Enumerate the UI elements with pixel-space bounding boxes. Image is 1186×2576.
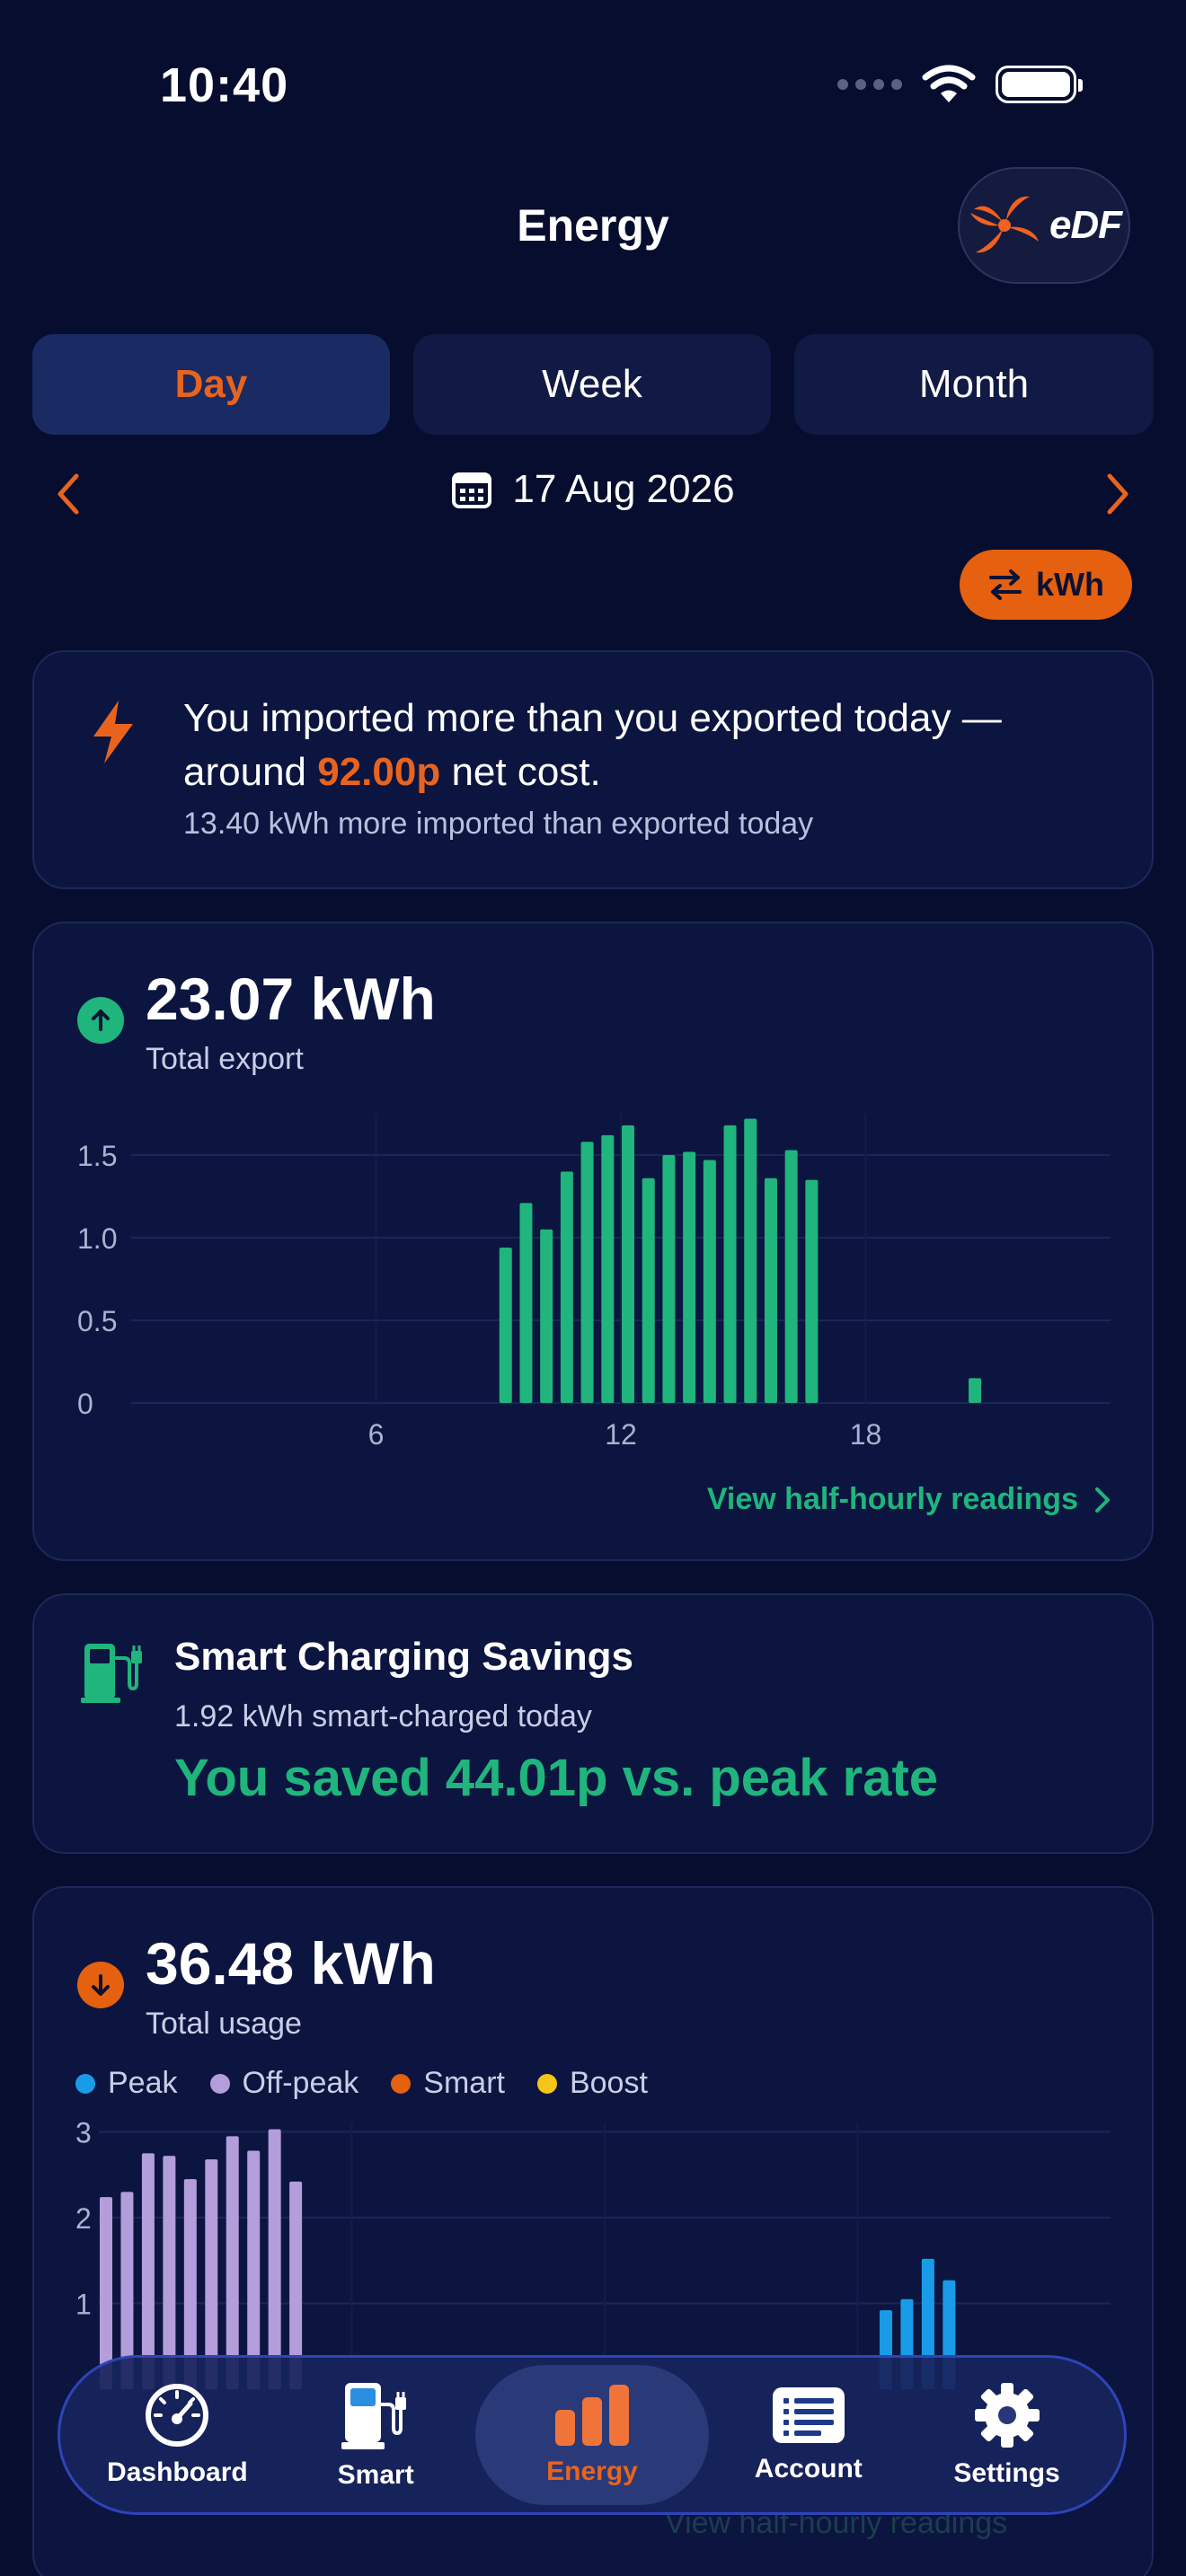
speedometer-icon — [146, 2384, 209, 2447]
chart-bar — [805, 1179, 819, 1403]
arrow-up-icon — [77, 997, 124, 1044]
bar-chart-icon — [554, 2385, 629, 2446]
battery-icon — [996, 66, 1083, 103]
net-summary-text: You imported more than you exported toda… — [183, 692, 1118, 799]
bottom-tab-bar: Dashboard Smart Energy Account Settings — [58, 2355, 1127, 2515]
chart-bar — [141, 2153, 155, 2389]
signal-dots-icon — [837, 79, 902, 90]
usage-label: Total usage — [146, 2007, 302, 2041]
chart-bar — [499, 1248, 512, 1403]
unit-toggle-button[interactable]: kWh — [960, 550, 1132, 620]
tab-account[interactable]: Account — [710, 2365, 907, 2505]
smart-savings-headline: You saved 44.01p vs. peak rate — [174, 1749, 939, 1807]
export-readings-link[interactable]: View half-hourly readings — [707, 1482, 1111, 1517]
export-label: Total export — [146, 1042, 304, 1076]
legend-label: Smart — [423, 2066, 505, 2100]
tab-dashboard[interactable]: Dashboard — [78, 2365, 276, 2505]
chart-bar — [560, 1171, 573, 1403]
status-time: 10:40 — [160, 58, 289, 112]
y-tick-label: 2 — [75, 2202, 92, 2235]
chart-bar — [723, 1125, 737, 1403]
tab-settings[interactable]: Settings — [908, 2365, 1106, 2505]
chevron-right-icon — [1095, 1486, 1110, 1513]
x-tick-label: 18 — [850, 1418, 882, 1451]
wifi-icon — [922, 65, 976, 102]
net-summary-detail: 13.40 kWh more imported than exported to… — [183, 807, 814, 841]
tab-label: Account — [754, 2454, 863, 2483]
chevron-right-icon — [1107, 473, 1128, 515]
net-summary-suffix: net cost. — [440, 750, 601, 794]
ev-charger-icon — [341, 2383, 407, 2449]
edf-sun-icon — [969, 196, 1039, 253]
date-picker[interactable]: 17 Aug 2026 — [0, 467, 1186, 512]
legend-label: Boost — [569, 2066, 648, 2100]
tab-week[interactable]: Week — [413, 334, 771, 435]
y-tick-label: 1.0 — [77, 1222, 117, 1255]
swap-arrows-icon — [989, 569, 1022, 600]
chart-bar — [622, 1125, 634, 1403]
export-total: 23.07 kWh — [146, 966, 436, 1032]
legend-label: Peak — [108, 2066, 178, 2100]
chart-bar — [969, 1378, 982, 1403]
net-cost-amount: 92.00p — [317, 750, 441, 794]
chart-bar — [744, 1118, 757, 1403]
ev-charger-icon — [81, 1644, 142, 1703]
chart-bar — [662, 1155, 676, 1403]
gear-icon — [974, 2383, 1040, 2448]
next-day-button[interactable] — [1091, 467, 1145, 521]
chart-bar — [764, 1178, 777, 1403]
logo-text: eDF — [1049, 203, 1122, 247]
date-label: 17 Aug 2026 — [512, 467, 735, 511]
usage-bar-chart: 1 2 3 — [75, 2117, 1111, 2389]
chart-bar — [784, 1150, 798, 1403]
export-readings-link-label: View half-hourly readings — [706, 1482, 1078, 1516]
usage-legend: Peak Off-peak Smart Boost — [75, 2066, 648, 2101]
tab-label: Energy — [546, 2457, 638, 2486]
chart-bar — [519, 1203, 533, 1403]
chart-bar — [601, 1134, 615, 1403]
legend-item-peak: Peak — [75, 2066, 178, 2101]
unit-label: kWh — [1036, 566, 1104, 603]
legend-item-off-peak: Off-peak — [209, 2066, 359, 2101]
tab-label: Dashboard — [107, 2457, 248, 2487]
chart-bar — [540, 1229, 553, 1403]
usage-total: 36.48 kWh — [146, 1930, 436, 1997]
y-tick-label: 3 — [75, 2117, 92, 2149]
calendar-icon — [452, 472, 492, 508]
arrow-down-icon — [77, 1962, 124, 2008]
edf-logo[interactable]: eDF — [958, 167, 1130, 284]
smart-savings-title: Smart Charging Savings — [174, 1635, 634, 1679]
chart-bar — [642, 1178, 655, 1403]
legend-item-boost: Boost — [536, 2066, 648, 2101]
chart-bar — [683, 1151, 696, 1403]
document-list-icon — [772, 2387, 845, 2443]
tab-energy[interactable]: Energy — [474, 2365, 709, 2505]
legend-item-smart: Smart — [391, 2066, 505, 2101]
lightning-icon — [93, 701, 133, 763]
export-bar-chart: 0 0.5 1.0 1.5 6 12 18 — [77, 1114, 1111, 1451]
chart-bar — [226, 2136, 239, 2389]
tab-day[interactable]: Day — [32, 334, 390, 435]
status-icons — [837, 65, 1083, 104]
tab-label: Settings — [953, 2458, 1060, 2488]
y-tick-label: 0.5 — [77, 1305, 117, 1337]
y-tick-label: 1 — [75, 2289, 92, 2321]
legend-label: Off-peak — [242, 2066, 359, 2100]
chart-bar — [580, 1142, 594, 1403]
y-tick-label: 1.5 — [77, 1140, 117, 1172]
y-tick-label: 0 — [77, 1388, 93, 1420]
tab-month[interactable]: Month — [794, 334, 1154, 435]
smart-savings-subtitle: 1.92 kWh smart-charged today — [174, 1699, 592, 1734]
tab-label: Smart — [337, 2460, 414, 2490]
x-tick-label: 12 — [605, 1418, 637, 1451]
tab-smart[interactable]: Smart — [277, 2365, 474, 2505]
x-tick-label: 6 — [368, 1418, 385, 1451]
chart-bar — [268, 2129, 281, 2389]
chart-bar — [703, 1160, 716, 1403]
chart-bar — [247, 2150, 261, 2389]
